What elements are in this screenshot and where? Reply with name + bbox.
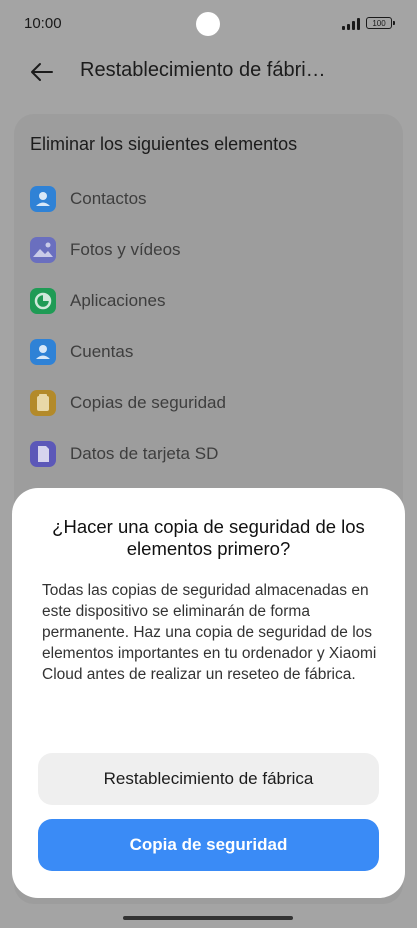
list-item-label: Copias de seguridad bbox=[70, 393, 226, 412]
contacts-icon bbox=[30, 186, 56, 212]
list-item-label: Contactos bbox=[70, 189, 147, 208]
header: Restablecimiento de fábri… bbox=[0, 48, 417, 96]
page-title: Restablecimiento de fábri… bbox=[80, 59, 326, 81]
status-bar: 10:00 100 bbox=[0, 0, 417, 48]
backup-button[interactable]: Copia de seguridad bbox=[38, 819, 379, 871]
list-item-label: Fotos y vídeos bbox=[70, 240, 181, 259]
list-item-accounts: Cuentas bbox=[30, 339, 133, 365]
sd-card-icon bbox=[30, 441, 56, 467]
list-item-photos: Fotos y vídeos bbox=[30, 237, 181, 263]
backup-dialog: ¿Hacer una copia de seguridad de los ele… bbox=[12, 488, 405, 898]
camera-cutout bbox=[196, 12, 220, 36]
list-item-sd-card: Datos de tarjeta SD bbox=[30, 441, 218, 467]
card-title: Eliminar los siguientes elementos bbox=[30, 134, 298, 154]
home-indicator[interactable] bbox=[123, 916, 293, 920]
battery-icon: 100 bbox=[366, 17, 395, 29]
list-item-label: Aplicaciones bbox=[70, 291, 166, 310]
list-item-label: Datos de tarjeta SD bbox=[70, 444, 219, 463]
dialog-title: ¿Hacer una copia de seguridad de los ele… bbox=[52, 516, 365, 559]
list-item-label: Cuentas bbox=[70, 342, 134, 361]
signal-icon bbox=[342, 18, 362, 30]
accounts-icon bbox=[30, 339, 56, 365]
photos-icon bbox=[30, 237, 56, 263]
list-item-backups: Copias de seguridad bbox=[30, 390, 226, 416]
backup-icon bbox=[30, 390, 56, 416]
dialog-message: Todas las copias de seguridad almacenada… bbox=[42, 582, 377, 683]
list-item-contacts: Contactos bbox=[30, 186, 147, 212]
arrow-left-icon[interactable] bbox=[28, 58, 56, 86]
status-time: 10:00 bbox=[24, 15, 62, 32]
screen: 10:00 100 Restablecimiento de fábri… Eli… bbox=[0, 0, 417, 928]
apps-icon bbox=[30, 288, 56, 314]
battery-level: 100 bbox=[372, 19, 386, 28]
factory-reset-button[interactable]: Restablecimiento de fábrica bbox=[38, 753, 379, 805]
list-item-apps: Aplicaciones bbox=[30, 288, 165, 314]
